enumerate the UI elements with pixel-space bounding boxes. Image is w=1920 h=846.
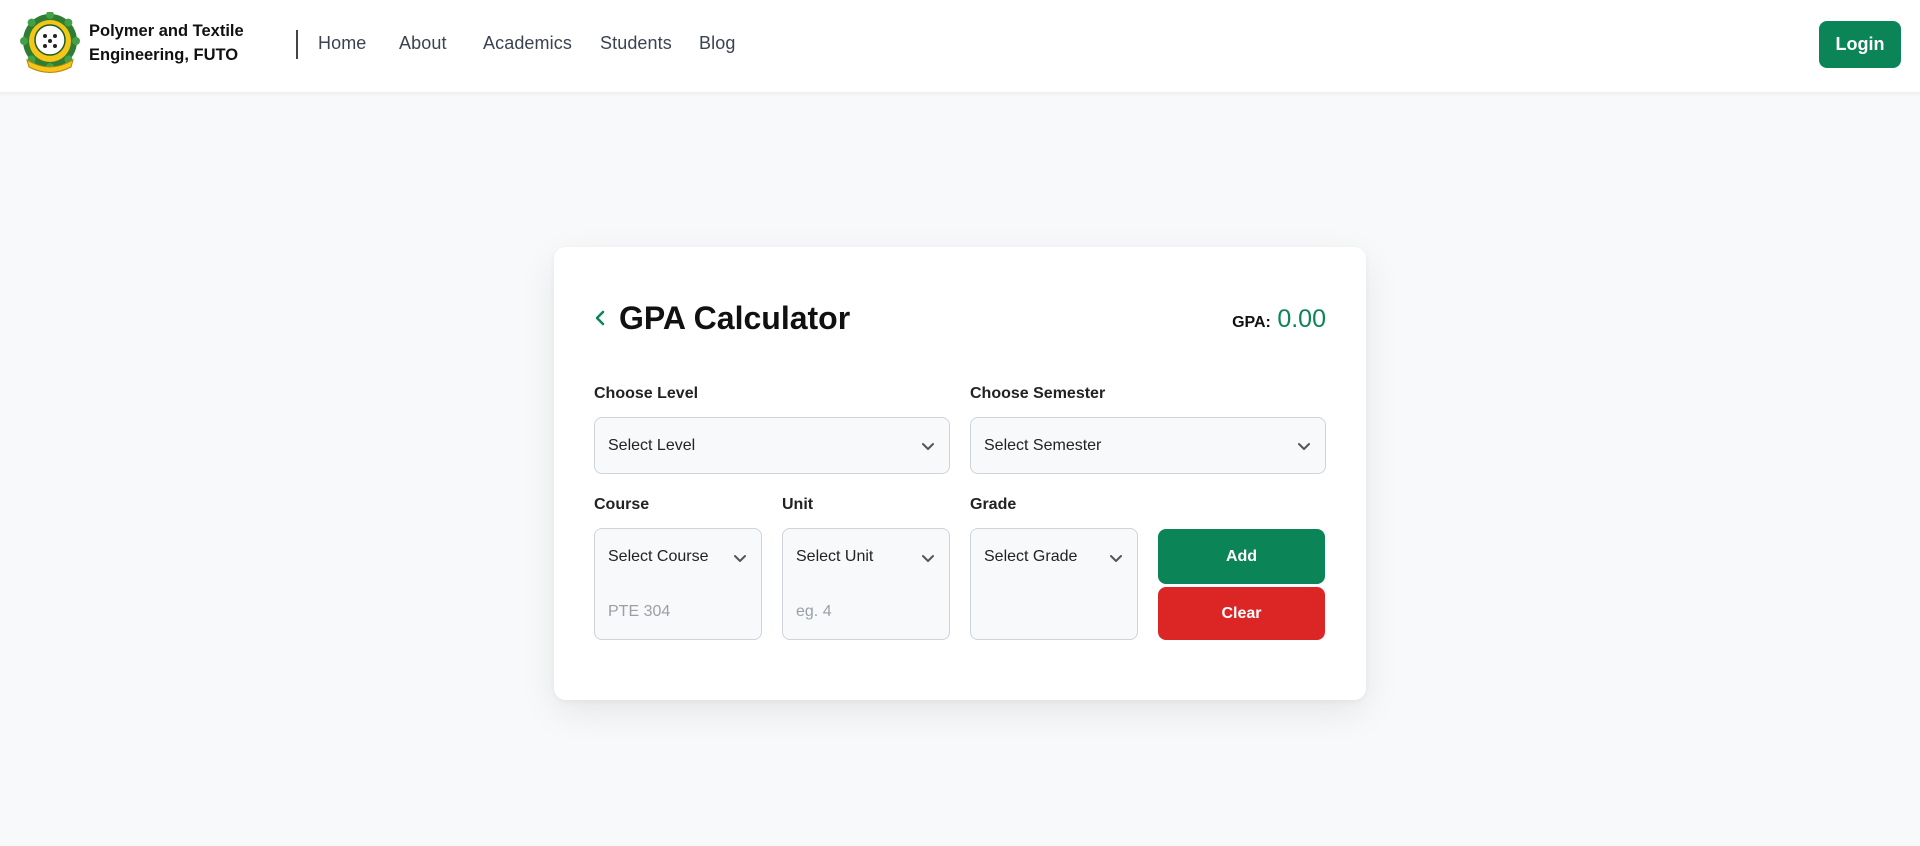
unit-label: Unit bbox=[782, 496, 814, 513]
nav-home[interactable]: Home bbox=[318, 33, 366, 54]
level-select-value: Select Level bbox=[608, 437, 696, 454]
gpa-display: GPA: 0.00 bbox=[1232, 305, 1326, 334]
site-brand[interactable]: Polymer and Textile Engineering, FUTO bbox=[89, 19, 269, 67]
nav-blog[interactable]: Blog bbox=[699, 33, 735, 54]
chevron-down-icon bbox=[1298, 443, 1310, 450]
nav-students[interactable]: Students bbox=[600, 33, 672, 54]
add-button[interactable]: Add bbox=[1158, 529, 1325, 584]
nav-divider bbox=[296, 30, 298, 59]
brand-line-1: Polymer and Textile bbox=[89, 22, 244, 40]
semester-select[interactable]: Select Semester bbox=[970, 417, 1326, 474]
course-input[interactable]: PTE 304 bbox=[608, 603, 670, 621]
chevron-down-icon bbox=[1110, 555, 1122, 562]
gpa-calculator-card: GPA Calculator GPA: 0.00 Choose Level Se… bbox=[554, 247, 1366, 700]
chevron-down-icon bbox=[922, 443, 934, 450]
gpa-value: 0.00 bbox=[1277, 305, 1326, 333]
gpa-label: GPA: bbox=[1232, 314, 1271, 331]
login-button[interactable]: Login bbox=[1819, 21, 1901, 68]
semester-select-value: Select Semester bbox=[984, 437, 1102, 454]
site-header: Polymer and Textile Engineering, FUTO Ho… bbox=[0, 0, 1920, 93]
nav-about[interactable]: About bbox=[399, 33, 447, 54]
grade-label: Grade bbox=[970, 496, 1017, 513]
clear-button[interactable]: Clear bbox=[1158, 587, 1325, 640]
chevron-down-icon bbox=[734, 555, 746, 562]
semester-label: Choose Semester bbox=[970, 385, 1106, 402]
chevron-left-icon[interactable] bbox=[592, 307, 608, 329]
level-label: Choose Level bbox=[594, 385, 699, 402]
grade-select[interactable]: Select Grade bbox=[984, 548, 1077, 566]
nav-academics[interactable]: Academics bbox=[483, 33, 572, 54]
futo-logo[interactable] bbox=[19, 12, 81, 74]
course-select[interactable]: Select Course bbox=[608, 548, 709, 566]
chevron-down-icon bbox=[922, 555, 934, 562]
unit-select[interactable]: Select Unit bbox=[796, 548, 873, 566]
grade-field-group: Select Grade bbox=[970, 528, 1138, 640]
level-select[interactable]: Select Level bbox=[594, 417, 950, 474]
course-label: Course bbox=[594, 496, 650, 513]
page-title: GPA Calculator bbox=[619, 300, 851, 336]
unit-field-group: Select Unit eg. 4 bbox=[782, 528, 950, 640]
brand-line-2: Engineering, FUTO bbox=[89, 46, 239, 64]
course-field-group: Select Course PTE 304 bbox=[594, 528, 762, 640]
unit-input[interactable]: eg. 4 bbox=[796, 603, 832, 621]
